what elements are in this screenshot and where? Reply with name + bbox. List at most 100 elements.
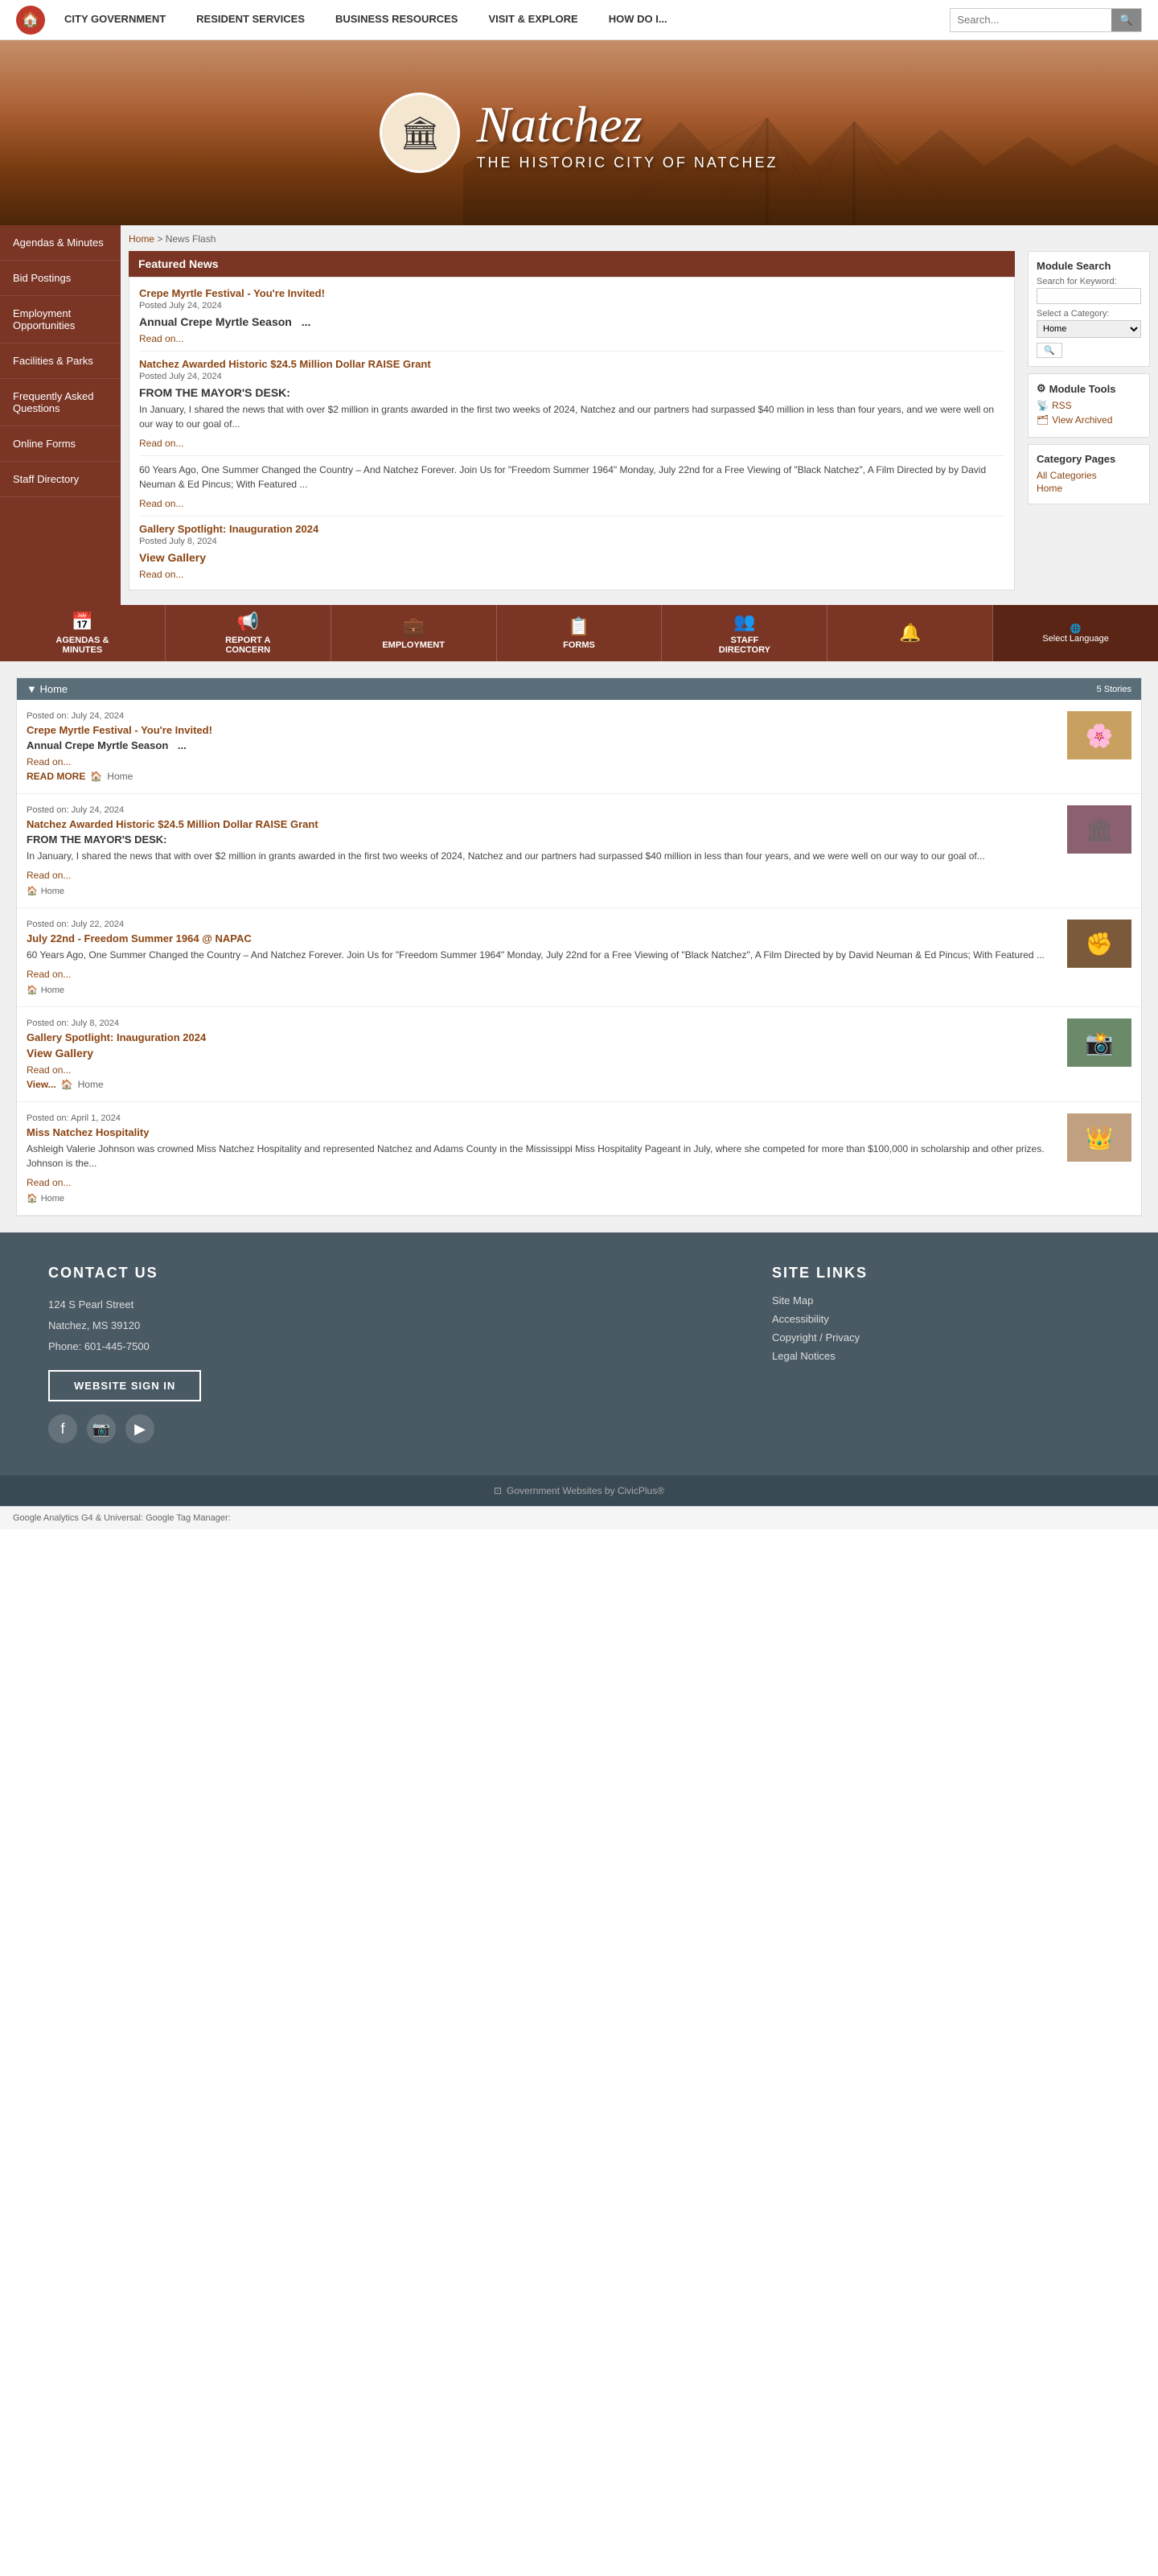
category-pages-title: Category Pages: [1037, 453, 1141, 465]
quick-link-report[interactable]: 📢 REPORT ACONCERN: [166, 605, 331, 661]
news-item-4-read-on[interactable]: Read on...: [27, 1064, 71, 1076]
module-search-title: Module Search: [1037, 260, 1141, 272]
news-item-3-read-on[interactable]: Read on...: [27, 969, 71, 980]
sidebar-item-online-forms[interactable]: Online Forms: [0, 426, 121, 462]
breadcrumb-home[interactable]: Home: [129, 233, 154, 245]
featured-news-title-1[interactable]: Crepe Myrtle Festival - You're Invited!: [139, 287, 1004, 299]
nav-visit-explore[interactable]: VISIT & EXPLORE: [485, 0, 581, 40]
news-item-5-thumb: 👑: [1067, 1113, 1131, 1162]
module-search-button[interactable]: 🔍: [1037, 343, 1062, 358]
news-item-3-date: Posted on: July 22, 2024: [27, 920, 1057, 929]
featured-read-on-3[interactable]: Read on...: [139, 498, 183, 509]
quick-link-forms[interactable]: 📋 FORMS: [497, 605, 663, 661]
report-icon: 📢: [237, 611, 259, 632]
facebook-icon[interactable]: f: [48, 1414, 77, 1443]
news-item-1-read-on[interactable]: Read on...: [27, 756, 71, 767]
rss-link[interactable]: 📡 RSS: [1037, 400, 1141, 411]
news-item-4-read-more: View... 🏠 Home: [27, 1079, 1057, 1090]
nav-resident-services[interactable]: RESIDENT SERVICES: [193, 0, 308, 40]
footer-contact-title: CONTACT US: [48, 1265, 724, 1282]
quick-link-employment[interactable]: 💼 EMPLOYMENT: [331, 605, 497, 661]
footer-address-2: Natchez, MS 39120: [48, 1315, 724, 1336]
news-item-1-content: Posted on: July 24, 2024 Crepe Myrtle Fe…: [27, 711, 1057, 782]
main-wrapper: Agendas & Minutes Bid Postings Employmen…: [0, 225, 1158, 605]
sidebar-item-staff-directory[interactable]: Staff Directory: [0, 462, 121, 497]
alerts-icon: 🔔: [899, 623, 921, 644]
site-map-link[interactable]: Site Map: [772, 1294, 1110, 1307]
right-panel: Module Search Search for Keyword: Select…: [1021, 251, 1150, 597]
quick-link-agendas[interactable]: 📅 AGENDAS &MINUTES: [0, 605, 166, 661]
breadcrumb-separator: >: [157, 233, 165, 245]
instagram-icon[interactable]: 📷: [87, 1414, 116, 1443]
news-item-1-title[interactable]: Crepe Myrtle Festival - You're Invited!: [27, 724, 1057, 736]
footer-links-title: SITE LINKS: [772, 1265, 1110, 1282]
staff-icon: 👥: [733, 611, 755, 632]
all-categories-link[interactable]: All Categories: [1037, 470, 1141, 481]
news-item-2-read-on[interactable]: Read on...: [27, 870, 71, 881]
city-name: Natchez: [476, 95, 778, 154]
view-gallery-link-4[interactable]: View Gallery: [27, 1047, 1057, 1060]
nav-city-government[interactable]: CITY GOVERNMENT: [61, 0, 169, 40]
quick-link-alerts[interactable]: 🔔: [827, 605, 993, 661]
home-icon[interactable]: 🏠: [16, 6, 45, 35]
legal-notices-link[interactable]: Legal Notices: [772, 1350, 1110, 1362]
nav-how-do-i[interactable]: HOW DO I...: [606, 0, 671, 40]
report-label: REPORT ACONCERN: [225, 636, 270, 655]
module-tools-box: ⚙ Module Tools 📡 RSS 🗂 View Archived: [1028, 373, 1150, 438]
home-category-link[interactable]: Home: [1037, 483, 1141, 494]
employment-icon: 💼: [402, 616, 424, 637]
staff-label: STAFFDIRECTORY: [719, 636, 770, 655]
read-more-link-1[interactable]: READ MORE: [27, 771, 85, 782]
sidebar-item-bid-postings[interactable]: Bid Postings: [0, 261, 121, 296]
accessibility-link[interactable]: Accessibility: [772, 1313, 1110, 1325]
footer-social: f 📷 ▶: [48, 1414, 724, 1443]
footer-contact: CONTACT US 124 S Pearl Street Natchez, M…: [48, 1265, 724, 1443]
view-gallery-link[interactable]: View Gallery: [139, 551, 1004, 564]
search-input[interactable]: [951, 9, 1111, 31]
news-list-item-2: Posted on: July 24, 2024 Natchez Awarded…: [17, 794, 1141, 908]
search-button[interactable]: 🔍: [1111, 9, 1141, 31]
featured-read-on-1[interactable]: Read on...: [139, 333, 183, 344]
website-signin-button[interactable]: WEBSITE SIGN IN: [48, 1370, 201, 1401]
sidebar-item-employment[interactable]: Employment Opportunities: [0, 296, 121, 344]
copyright-privacy-link[interactable]: Copyright / Privacy: [772, 1331, 1110, 1344]
featured-news-item-3: 60 Years Ago, One Summer Changed the Cou…: [139, 463, 1004, 509]
featured-read-on-2[interactable]: Read on...: [139, 438, 183, 449]
news-list-item-5: Posted on: April 1, 2024 Miss Natchez Ho…: [17, 1102, 1141, 1216]
module-search-box: Module Search Search for Keyword: Select…: [1028, 251, 1150, 367]
city-seal: 🏛: [380, 93, 460, 173]
news-item-3-thumb: ✊: [1067, 920, 1131, 968]
featured-read-on-4[interactable]: Read on...: [139, 569, 183, 580]
featured-news-title-2[interactable]: Natchez Awarded Historic $24.5 Million D…: [139, 358, 1004, 370]
agendas-icon: 📅: [72, 611, 93, 632]
sidebar-item-faq[interactable]: Frequently Asked Questions: [0, 379, 121, 426]
news-list-item-4: Posted on: July 8, 2024 Gallery Spotligh…: [17, 1007, 1141, 1102]
news-list-section: ▼ Home 5 Stories Posted on: July 24, 202…: [16, 677, 1142, 1216]
view-link-4[interactable]: View...: [27, 1079, 56, 1090]
view-archived-link[interactable]: 🗂 View Archived: [1037, 414, 1141, 426]
quick-link-staff[interactable]: 👥 STAFFDIRECTORY: [662, 605, 827, 661]
select-language[interactable]: 🌐 Select Language: [993, 605, 1158, 661]
keyword-input[interactable]: [1037, 288, 1141, 304]
top-nav: 🏠 CITY GOVERNMENT RESIDENT SERVICES BUSI…: [0, 0, 1158, 40]
news-item-1-read-more: READ MORE 🏠 Home: [27, 771, 1057, 782]
home-tag-3: Home: [41, 986, 64, 995]
sidebar-item-agendas[interactable]: Agendas & Minutes: [0, 225, 121, 261]
news-item-4-title[interactable]: Gallery Spotlight: Inauguration 2024: [27, 1031, 1057, 1043]
news-and-right: Featured News Crepe Myrtle Festival - Yo…: [129, 251, 1150, 597]
nav-business-resources[interactable]: BUSINESS RESOURCES: [332, 0, 461, 40]
footer-links: SITE LINKS Site Map Accessibility Copyri…: [772, 1265, 1110, 1443]
home-tag-icon-4: 🏠: [61, 1079, 73, 1090]
news-item-5-read-on[interactable]: Read on...: [27, 1177, 71, 1188]
hero-content: 🏛 Natchez THE HISTORIC CITY OF NATCHEZ: [380, 93, 778, 173]
featured-news-date-4: Posted July 8, 2024: [139, 537, 1004, 546]
category-select[interactable]: Home: [1037, 320, 1141, 338]
news-item-2-title[interactable]: Natchez Awarded Historic $24.5 Million D…: [27, 818, 1057, 830]
news-item-3-title[interactable]: July 22nd - Freedom Summer 1964 @ NAPAC: [27, 932, 1057, 944]
youtube-icon[interactable]: ▶: [125, 1414, 154, 1443]
news-item-3-category: 🏠 Home: [27, 985, 1057, 995]
news-item-5-title[interactable]: Miss Natchez Hospitality: [27, 1126, 1057, 1138]
news-item-4-thumb: 📸: [1067, 1018, 1131, 1067]
sidebar-item-facilities[interactable]: Facilities & Parks: [0, 344, 121, 379]
featured-news-title-4[interactable]: Gallery Spotlight: Inauguration 2024: [139, 523, 1004, 535]
